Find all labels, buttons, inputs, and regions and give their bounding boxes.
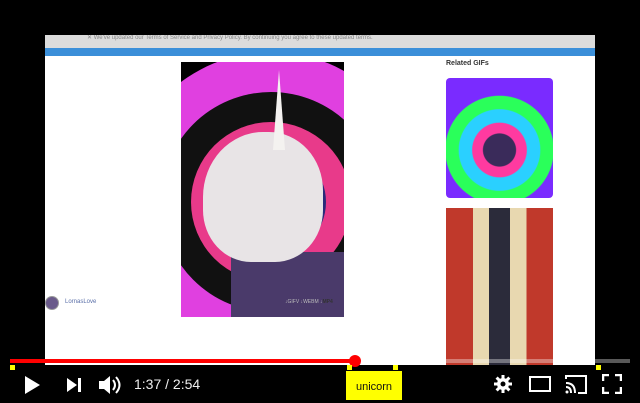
progress-bar[interactable] xyxy=(10,355,630,367)
next-icon[interactable] xyxy=(66,377,82,393)
unicorn-gif xyxy=(181,62,344,317)
volume-icon[interactable] xyxy=(98,374,122,396)
player-controls: 1:37 / 2:54 xyxy=(0,370,640,400)
current-time: 1:37 xyxy=(134,376,162,392)
site-header-bar xyxy=(45,48,595,56)
theater-mode-icon[interactable] xyxy=(529,376,551,392)
username-link[interactable]: LornasLove xyxy=(65,299,96,305)
avatar[interactable] xyxy=(45,296,59,310)
close-icon[interactable]: ✕ xyxy=(87,35,94,41)
terms-notice: ✕ We've updated our Terms of Service and… xyxy=(45,35,595,48)
duration: 2:54 xyxy=(172,376,201,392)
format-webm[interactable]: WEBM xyxy=(303,299,319,305)
fullscreen-icon[interactable] xyxy=(602,374,622,394)
time-display: 1:37 / 2:54 xyxy=(134,376,201,392)
played-bar xyxy=(10,359,356,363)
format-gifv[interactable]: GIFV xyxy=(288,299,300,305)
chapter-label: unicorn xyxy=(346,371,402,400)
related-gif-thumbnail[interactable] xyxy=(446,78,553,198)
play-icon[interactable] xyxy=(22,374,42,396)
related-gif-thumbnail[interactable] xyxy=(446,208,553,365)
cast-icon[interactable] xyxy=(564,374,588,394)
gif-footer: LornasLove ↓GIFV ↓WEBM ↓MP4 xyxy=(45,296,385,310)
video-frame[interactable]: ✕ We've updated our Terms of Service and… xyxy=(45,35,595,365)
notice-text: We've updated our Terms of Service and P… xyxy=(93,35,373,41)
related-gifs-title: Related GIFs xyxy=(446,60,489,67)
settings-gear-icon[interactable] xyxy=(494,375,512,393)
format-links: ↓GIFV ↓WEBM ↓MP4 xyxy=(285,299,333,305)
format-mp4[interactable]: MP4 xyxy=(323,299,333,305)
